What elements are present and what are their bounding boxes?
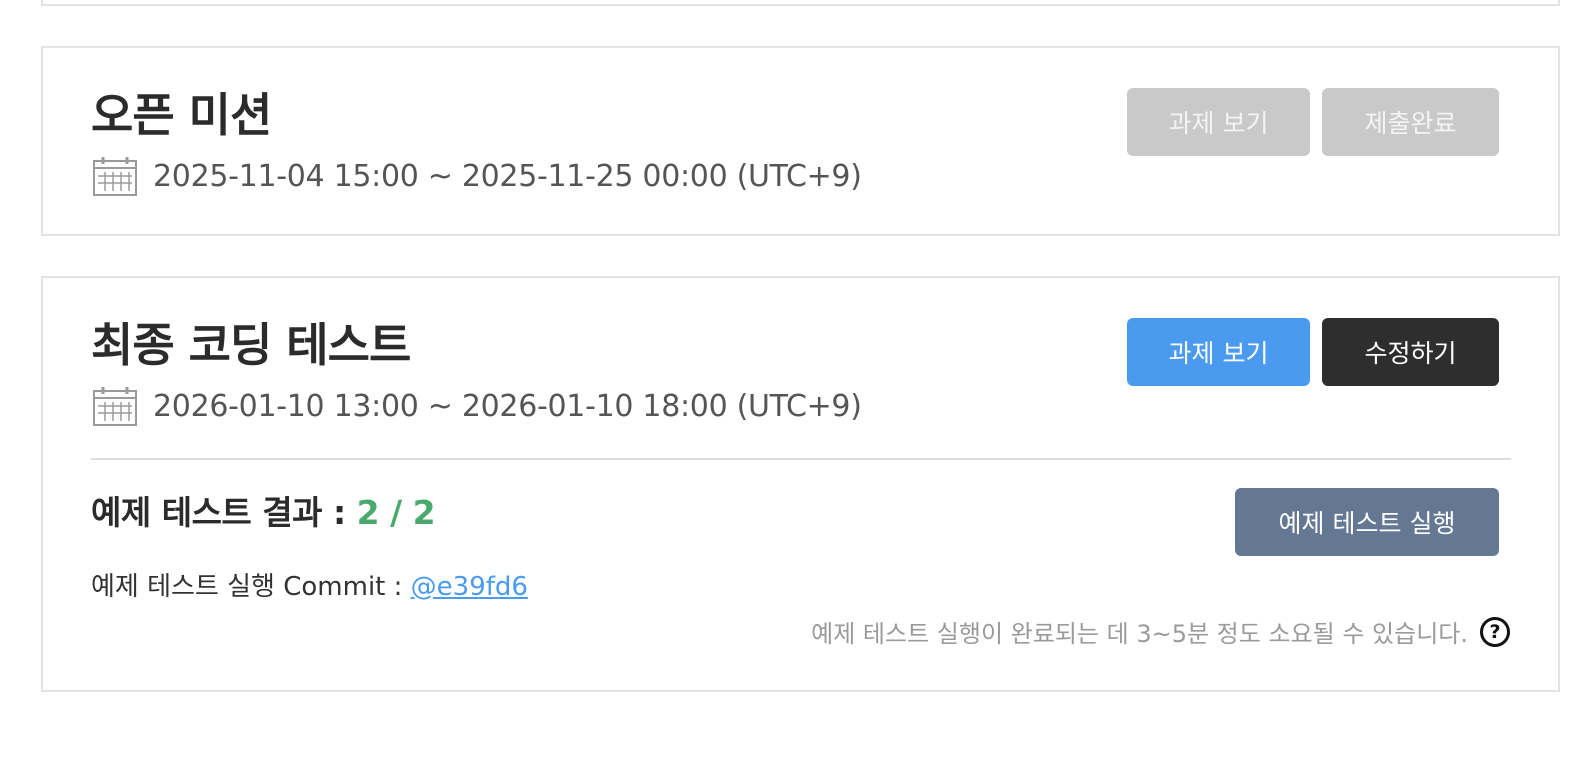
view-assignment-button[interactable]: 과제 보기 <box>1127 318 1310 386</box>
mission-date-range: 2026-01-10 13:00 ~ 2026-01-10 18:00 (UTC… <box>153 388 862 424</box>
mission-date-row: 2025-11-04 15:00 ~ 2025-11-25 00:00 (UTC… <box>93 156 862 196</box>
test-result: 예제 테스트 결과 : 2 / 2 <box>91 486 436 534</box>
view-assignment-button[interactable]: 과제 보기 <box>1127 88 1310 156</box>
commit-label: 예제 테스트 실행 Commit : <box>91 572 411 602</box>
calendar-icon <box>93 386 137 426</box>
mission-card-final-test: 최종 코딩 테스트 2026-01-10 13:00 ~ 2026-01-10 … <box>41 276 1560 692</box>
test-result-label: 예제 테스트 결과 : <box>91 493 357 532</box>
submitted-button[interactable]: 제출완료 <box>1322 88 1499 156</box>
mission-card-open: 오픈 미션 2025-11-04 15:00 ~ 2025-11-25 00:0… <box>41 46 1560 236</box>
mission-date-row: 2026-01-10 13:00 ~ 2026-01-10 18:00 (UTC… <box>93 386 862 426</box>
mission-date-range: 2025-11-04 15:00 ~ 2025-11-25 00:00 (UTC… <box>153 158 862 194</box>
run-sample-test-button[interactable]: 예제 테스트 실행 <box>1235 488 1499 556</box>
commit-hash-link[interactable]: @e39fd6 <box>411 572 528 602</box>
edit-button[interactable]: 수정하기 <box>1322 318 1499 386</box>
mission-title: 최종 코딩 테스트 <box>91 318 411 372</box>
calendar-icon <box>93 156 137 196</box>
commit-info: 예제 테스트 실행 Commit : @e39fd6 <box>91 566 528 603</box>
notice-text: 예제 테스트 실행이 완료되는 데 3~5분 정도 소요될 수 있습니다. <box>811 620 1468 648</box>
run-time-notice: 예제 테스트 실행이 완료되는 데 3~5분 정도 소요될 수 있습니다. ? <box>811 614 1510 649</box>
test-result-score: 2 / 2 <box>356 493 436 532</box>
question-circle-icon[interactable]: ? <box>1480 616 1510 647</box>
previous-mission-card <box>41 0 1560 6</box>
mission-title: 오픈 미션 <box>91 88 272 142</box>
section-divider <box>91 458 1511 460</box>
